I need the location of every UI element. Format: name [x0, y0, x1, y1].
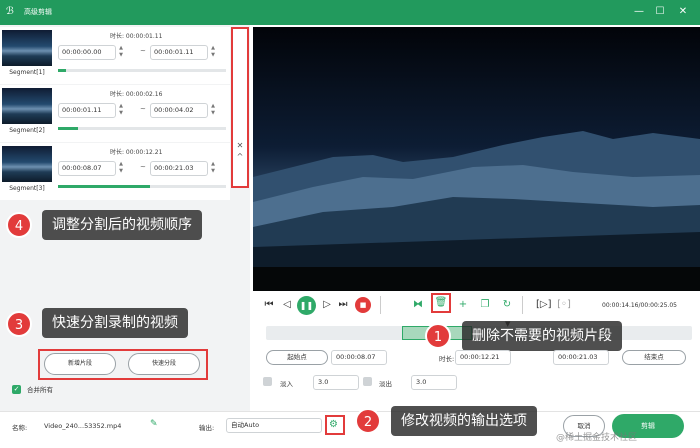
fade-out-checkbox[interactable]: [363, 377, 372, 386]
start-time-input[interactable]: 00:00:08.07: [331, 350, 387, 365]
step-forward-icon[interactable]: ▷: [320, 298, 334, 312]
fade-in-input[interactable]: 3.0: [313, 375, 359, 390]
segment-progress-fill: [58, 127, 79, 130]
app-logo-icon: ℬ: [6, 6, 14, 17]
range-separator: ~: [140, 47, 146, 55]
step-badge: 4: [6, 212, 32, 238]
segment-label: Segment[3]: [9, 185, 45, 192]
list-item[interactable]: Segment[2] 时长: 00:00:02.16 00:00:01.11 ▲…: [0, 85, 230, 142]
merge-all-checkbox[interactable]: ✓: [12, 385, 21, 394]
gear-icon[interactable]: ⚙: [329, 418, 338, 431]
end-point-button[interactable]: 结束点: [622, 350, 686, 365]
stepper-icon[interactable]: ▲ ▼: [209, 45, 217, 60]
merge-all-label: 合并所有: [27, 386, 53, 394]
segment-label: Segment[2]: [9, 127, 45, 134]
list-item[interactable]: Segment[1] 时长: 00:00:01.11 00:00:00.00 ▲…: [0, 27, 230, 84]
mark-in-icon[interactable]: [▷]: [536, 298, 552, 312]
filename-text: Video_240...53352.mp4: [44, 422, 122, 430]
segment-progress-fill: [58, 185, 151, 188]
skip-start-icon[interactable]: ⏮: [262, 298, 276, 312]
segment-label: Segment[1]: [9, 69, 45, 76]
segment-end-time[interactable]: 00:00:21.03: [150, 161, 208, 176]
move-up-icon[interactable]: ^: [233, 152, 247, 161]
maximize-icon[interactable]: ☐: [651, 4, 669, 20]
rotate-icon[interactable]: ↻: [500, 298, 514, 312]
new-segment-button[interactable]: 新增片段: [44, 353, 116, 375]
segment-start-time[interactable]: 00:00:08.07: [58, 161, 116, 176]
segment-thumbnail: [2, 30, 52, 66]
skip-end-icon[interactable]: ⏭: [336, 298, 350, 312]
step-back-icon[interactable]: ◁: [280, 298, 294, 312]
step-badge: 2: [355, 408, 381, 434]
delete-segment-icon[interactable]: 🗑: [434, 296, 448, 310]
step-badge: 1: [425, 323, 451, 349]
step-badge: 3: [6, 311, 32, 337]
segment-start-time[interactable]: 00:00:00.00: [58, 45, 116, 60]
start-point-button[interactable]: 起始点: [266, 350, 328, 365]
segment-end-time[interactable]: 00:00:01.11: [150, 45, 208, 60]
name-label: 名称:: [12, 424, 28, 432]
mark-out-icon[interactable]: [◦]: [557, 298, 571, 312]
copy-icon[interactable]: ❐: [478, 298, 492, 312]
segment-progress: [58, 127, 226, 130]
end-time-input[interactable]: 00:00:21.03: [553, 350, 609, 365]
segment-duration: 时长: 00:00:01.11: [110, 33, 163, 40]
duration-input[interactable]: 00:00:12.21: [455, 350, 511, 365]
segment-thumbnail: [2, 146, 52, 182]
fade-out-label: 淡出: [379, 380, 392, 388]
range-separator: ~: [140, 105, 146, 113]
stepper-icon[interactable]: ▲ ▼: [209, 161, 217, 176]
callout-delete: 删除不需要的视频片段: [462, 321, 622, 351]
stepper-icon[interactable]: ▲ ▼: [117, 103, 125, 118]
segment-start-time[interactable]: 00:00:01.11: [58, 103, 116, 118]
landscape-image: [253, 27, 700, 291]
stepper-icon[interactable]: ▲ ▼: [209, 103, 217, 118]
callout-output: 修改视频的输出选项: [391, 406, 537, 436]
rename-icon[interactable]: ✎: [150, 419, 158, 429]
add-icon[interactable]: +: [456, 298, 470, 312]
segment-duration: 时长: 00:00:12.21: [110, 149, 163, 156]
divider: [522, 296, 523, 314]
segment-end-time[interactable]: 00:00:04.02: [150, 103, 208, 118]
minimize-icon[interactable]: —: [630, 4, 648, 20]
list-item[interactable]: Segment[3] 时长: 00:00:12.21 00:00:08.07 ▲…: [0, 143, 230, 200]
close-icon[interactable]: ✕: [674, 4, 692, 20]
title-bar: ℬ 高级剪辑 — ☐ ✕: [0, 0, 700, 25]
window-title: 高级剪辑: [24, 8, 52, 16]
quick-split-button[interactable]: 快速分段: [128, 353, 200, 375]
segment-progress-fill: [58, 69, 67, 72]
callout-reorder: 调整分割后的视频顺序: [42, 210, 202, 240]
watermark: @稀土掘金技术社区: [556, 433, 638, 443]
fade-out-input[interactable]: 3.0: [411, 375, 457, 390]
remove-icon[interactable]: ✕: [233, 141, 247, 150]
divider: [380, 296, 381, 314]
play-pause-button[interactable]: ❚❚: [297, 296, 316, 315]
fade-in-label: 淡入: [280, 380, 293, 388]
output-label: 输出:: [199, 424, 215, 432]
stepper-icon[interactable]: ▲ ▼: [117, 45, 125, 60]
segment-progress: [58, 185, 226, 188]
stepper-icon[interactable]: ▲ ▼: [117, 161, 125, 176]
segment-duration: 时长: 00:00:02.16: [110, 91, 163, 98]
fade-in-checkbox[interactable]: [263, 377, 272, 386]
split-icon[interactable]: ⧓: [411, 298, 425, 312]
video-preview[interactable]: [253, 27, 700, 291]
sort-controls-highlight: [231, 27, 249, 188]
output-format-select[interactable]: 自动Auto: [226, 418, 322, 433]
range-separator: ~: [140, 163, 146, 171]
duration-label: 时长:: [439, 355, 455, 363]
callout-quick-split: 快速分割录制的视频: [42, 308, 188, 338]
segment-thumbnail: [2, 88, 52, 124]
stop-button[interactable]: ■: [355, 297, 371, 313]
time-display: 00:00:14.16/00:00:25.05: [602, 302, 677, 309]
segment-progress: [58, 69, 226, 72]
